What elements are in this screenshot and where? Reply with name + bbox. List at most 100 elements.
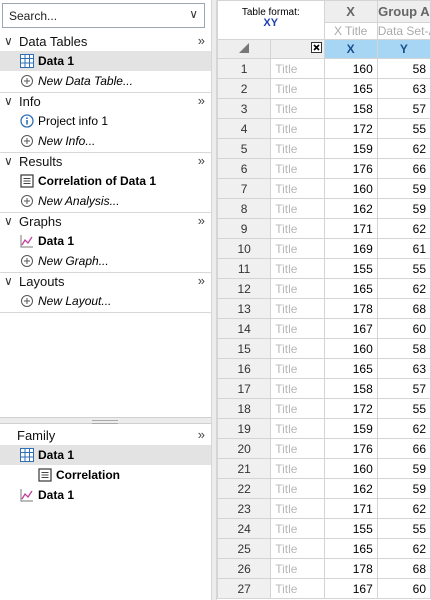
x-value-cell[interactable]: 159 [323, 138, 378, 159]
chevron-down-icon[interactable]: ∨ [4, 94, 13, 108]
y-value-cell[interactable]: 59 [376, 478, 431, 499]
row-number[interactable]: 24 [217, 518, 272, 539]
row-number[interactable]: 18 [217, 398, 272, 419]
y-value-cell[interactable]: 59 [376, 198, 431, 219]
x-value-cell[interactable]: 165 [323, 358, 378, 379]
row-title-cell[interactable]: Title [270, 358, 325, 379]
family-item[interactable]: Data 1 [0, 445, 211, 465]
y-value-cell[interactable]: 58 [376, 338, 431, 359]
close-box-icon[interactable] [310, 42, 322, 53]
row-title-cell[interactable]: Title [270, 438, 325, 459]
x-value-cell[interactable]: 160 [323, 338, 378, 359]
sidebar-item[interactable]: New Graph... [0, 251, 211, 271]
row-number[interactable]: 2 [217, 78, 272, 99]
row-title-cell[interactable]: Title [270, 498, 325, 519]
y-value-cell[interactable]: 61 [376, 238, 431, 259]
row-title-cell[interactable]: Title [270, 538, 325, 559]
row-title-cell[interactable]: Title [270, 198, 325, 219]
x-value-cell[interactable]: 155 [323, 518, 378, 539]
y-value-cell[interactable]: 55 [376, 398, 431, 419]
row-number[interactable]: 3 [217, 98, 272, 119]
family-item[interactable]: Data 1 [0, 485, 211, 505]
y-value-cell[interactable]: 60 [376, 318, 431, 339]
row-number[interactable]: 7 [217, 178, 272, 199]
y-value-cell[interactable]: 57 [376, 378, 431, 399]
y-value-cell[interactable]: 68 [376, 298, 431, 319]
y-value-cell[interactable]: 63 [376, 358, 431, 379]
row-title-cell[interactable]: Title [270, 78, 325, 99]
dataset-title-cell[interactable]: Data Set-A [376, 22, 431, 40]
x-value-cell[interactable]: 172 [323, 118, 378, 139]
row-title-cell[interactable]: Title [270, 518, 325, 539]
y-value-cell[interactable]: 66 [376, 158, 431, 179]
sidebar-item[interactable]: New Info... [0, 131, 211, 151]
y-value-cell[interactable]: 59 [376, 178, 431, 199]
y-value-cell[interactable]: 62 [376, 278, 431, 299]
row-title-cell[interactable]: Title [270, 158, 325, 179]
search-input[interactable]: Search... [9, 9, 57, 23]
row-title-cell[interactable]: Title [270, 178, 325, 199]
sidebar-item[interactable]: New Layout... [0, 291, 211, 311]
sidebar-item[interactable]: New Analysis... [0, 191, 211, 211]
chevron-down-icon[interactable]: ∨ [189, 7, 198, 21]
row-title-cell[interactable]: Title [270, 418, 325, 439]
x-subcolumn-header[interactable]: X [323, 39, 378, 59]
row-number[interactable]: 25 [217, 538, 272, 559]
row-number[interactable]: 19 [217, 418, 272, 439]
row-number[interactable]: 12 [217, 278, 272, 299]
x-value-cell[interactable]: 158 [323, 378, 378, 399]
row-number[interactable]: 13 [217, 298, 272, 319]
row-title-cell[interactable]: Title [270, 238, 325, 259]
x-value-cell[interactable]: 172 [323, 398, 378, 419]
sidebar-item[interactable]: Project info 1 [0, 111, 211, 131]
y-value-cell[interactable]: 55 [376, 518, 431, 539]
section-header-data-tables[interactable]: ∨ Data Tables » [0, 32, 211, 51]
y-value-cell[interactable]: 58 [376, 58, 431, 79]
row-title-cell[interactable]: Title [270, 398, 325, 419]
row-title-cell[interactable]: Title [270, 338, 325, 359]
x-value-cell[interactable]: 159 [323, 418, 378, 439]
expand-icon[interactable]: » [198, 427, 205, 442]
row-number[interactable]: 15 [217, 338, 272, 359]
y-value-cell[interactable]: 62 [376, 218, 431, 239]
row-number[interactable]: 11 [217, 258, 272, 279]
section-header-graphs[interactable]: ∨ Graphs » [0, 212, 211, 231]
x-value-cell[interactable]: 176 [323, 438, 378, 459]
family-item[interactable]: Correlation [0, 465, 211, 485]
row-title-cell[interactable]: Title [270, 298, 325, 319]
section-header-results[interactable]: ∨ Results » [0, 152, 211, 171]
row-title-cell[interactable]: Title [270, 378, 325, 399]
y-value-cell[interactable]: 59 [376, 458, 431, 479]
y-value-cell[interactable]: 55 [376, 258, 431, 279]
row-title-cell[interactable]: Title [270, 58, 325, 79]
row-title-cell[interactable]: Title [270, 458, 325, 479]
expand-icon[interactable]: » [198, 153, 205, 168]
panel-splitter[interactable] [0, 417, 211, 424]
chevron-down-icon[interactable]: ∨ [4, 34, 13, 48]
row-title-cell[interactable]: Title [270, 118, 325, 139]
x-value-cell[interactable]: 158 [323, 98, 378, 119]
x-value-cell[interactable]: 167 [323, 318, 378, 339]
row-number[interactable]: 6 [217, 158, 272, 179]
x-column-header[interactable]: X [323, 0, 378, 23]
y-value-cell[interactable]: 66 [376, 438, 431, 459]
row-number[interactable]: 23 [217, 498, 272, 519]
row-number[interactable]: 27 [217, 578, 272, 599]
row-number[interactable]: 4 [217, 118, 272, 139]
x-value-cell[interactable]: 171 [323, 218, 378, 239]
expand-icon[interactable]: » [198, 213, 205, 228]
x-value-cell[interactable]: 178 [323, 298, 378, 319]
expand-icon[interactable]: » [198, 93, 205, 108]
row-title-cell[interactable]: Title [270, 138, 325, 159]
row-title-cell[interactable]: Title [270, 558, 325, 579]
y-value-cell[interactable]: 57 [376, 98, 431, 119]
row-title-cell[interactable]: Title [270, 98, 325, 119]
x-value-cell[interactable]: 171 [323, 498, 378, 519]
section-header-info[interactable]: ∨ Info » [0, 92, 211, 111]
x-title-cell[interactable]: X Title [323, 22, 378, 40]
x-value-cell[interactable]: 162 [323, 478, 378, 499]
table-format-cell[interactable]: Table format: XY [217, 0, 325, 40]
y-value-cell[interactable]: 60 [376, 578, 431, 599]
chevron-down-icon[interactable]: ∨ [4, 154, 13, 168]
row-number[interactable]: 1 [217, 58, 272, 79]
